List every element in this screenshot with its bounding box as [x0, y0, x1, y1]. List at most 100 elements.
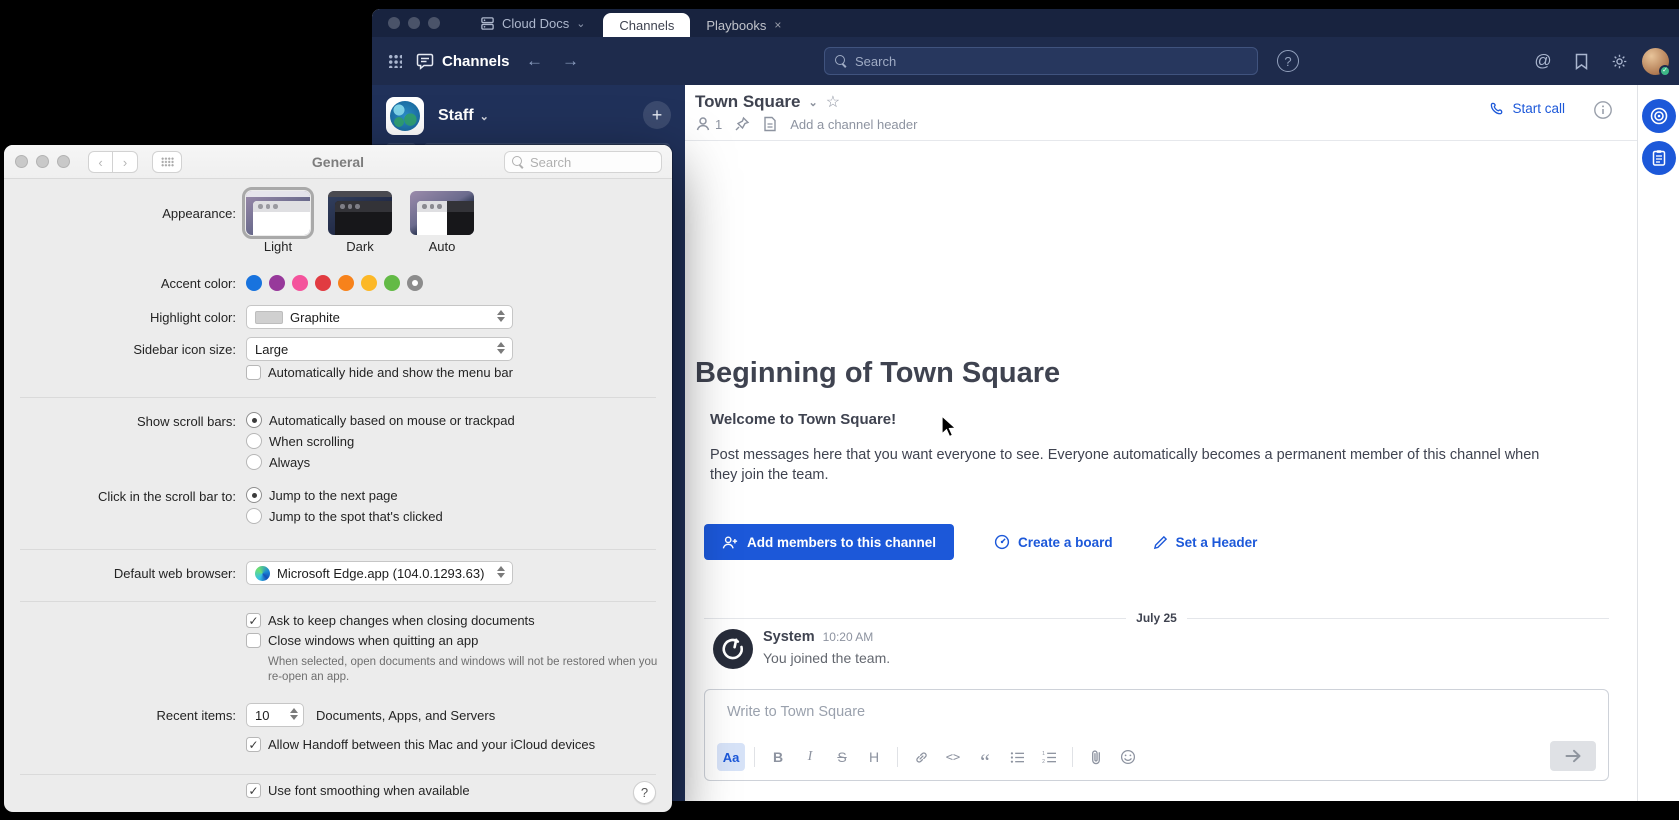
heading-button[interactable]: H [860, 743, 888, 771]
user-avatar[interactable]: ✓ [1642, 48, 1669, 75]
tab-channels[interactable]: Channels [603, 13, 690, 37]
font-smoothing-checkbox[interactable]: ✓ Use font smoothing when available [246, 783, 470, 798]
text-format-button[interactable]: Aa [717, 743, 745, 771]
history-back-button[interactable]: ← [520, 46, 550, 76]
default-browser-select[interactable]: Microsoft Edge.app (104.0.1293.63) [246, 561, 513, 585]
mentions-button[interactable]: @ [1528, 46, 1558, 76]
close-windows-checkbox[interactable]: Close windows when quitting an app [246, 633, 478, 648]
message-composer[interactable]: Write to Town Square Aa B I S H [704, 689, 1609, 781]
bullet-list-button[interactable] [1003, 743, 1031, 771]
date-divider-label[interactable]: July 25 [1126, 611, 1187, 625]
scrollbars-auto-radio[interactable]: Automatically based on mouse or trackpad [246, 412, 515, 428]
light-theme-thumbnail[interactable] [246, 191, 310, 235]
minimize-window-button[interactable] [36, 155, 49, 168]
checkbox-checked[interactable]: ✓ [246, 613, 261, 628]
checkbox-unchecked[interactable] [246, 365, 261, 380]
add-members-button[interactable]: Add members to this channel [704, 524, 954, 560]
numbered-list-button[interactable]: 1 2 [1035, 743, 1063, 771]
appearance-option-dark[interactable]: Dark [328, 191, 392, 254]
window-controls[interactable] [372, 17, 454, 37]
server-selector[interactable]: Cloud Docs ⌄ [454, 16, 603, 37]
show-all-button[interactable] [152, 151, 182, 173]
scrollbars-always-radio[interactable]: Always [246, 454, 515, 470]
prefs-search-input[interactable]: Search [504, 151, 662, 173]
channel-info-button[interactable] [1593, 100, 1613, 120]
link-button[interactable] [907, 743, 935, 771]
accent-pink[interactable] [292, 275, 308, 291]
appearance-option-light[interactable]: Light [246, 191, 310, 254]
sidebar-icon-size-select[interactable]: Large [246, 337, 513, 361]
send-message-button[interactable] [1550, 741, 1596, 771]
add-channel-button[interactable]: + [643, 101, 671, 129]
highlight-color-select[interactable]: Graphite [246, 305, 513, 329]
product-menu-button[interactable] [380, 46, 410, 76]
close-window-button[interactable] [15, 155, 28, 168]
dark-theme-thumbnail[interactable] [328, 191, 392, 235]
code-button[interactable]: <> [939, 743, 967, 771]
settings-button[interactable] [1604, 46, 1634, 76]
create-board-button[interactable]: Create a board [994, 534, 1113, 550]
pinned-posts-icon[interactable] [734, 116, 750, 132]
team-icon[interactable] [386, 97, 424, 135]
accent-orange[interactable] [338, 275, 354, 291]
attach-file-button[interactable] [1082, 743, 1110, 771]
set-header-button[interactable]: Set a Header [1153, 535, 1258, 550]
member-icon [695, 116, 711, 132]
forward-button[interactable]: › [113, 151, 138, 173]
jump-next-page-radio[interactable]: Jump to the next page [246, 487, 443, 503]
ask-keep-changes-checkbox[interactable]: ✓ Ask to keep changes when closing docum… [246, 613, 535, 628]
server-name: Cloud Docs [502, 16, 569, 31]
handoff-checkbox[interactable]: ✓ Allow Handoff between this Mac and you… [246, 737, 595, 752]
checkbox-checked[interactable]: ✓ [246, 737, 261, 752]
help-button[interactable]: ? [1277, 50, 1299, 72]
chevron-down-icon[interactable]: ⌄ [808, 96, 817, 109]
add-channel-header-button[interactable]: Add a channel header [790, 117, 917, 132]
jump-to-spot-radio[interactable]: Jump to the spot that's clicked [246, 508, 443, 524]
quote-button[interactable]: “ [971, 743, 999, 771]
checkbox-unchecked[interactable] [246, 633, 261, 648]
emoji-button[interactable] [1114, 743, 1142, 771]
help-button[interactable]: ? [633, 781, 656, 804]
radio-unselected[interactable] [246, 454, 262, 470]
accent-green[interactable] [384, 275, 400, 291]
saved-posts-button[interactable] [1566, 46, 1596, 76]
accent-graphite-selected[interactable] [407, 275, 423, 291]
scrollbars-when-scrolling-radio[interactable]: When scrolling [246, 433, 515, 449]
accent-blue[interactable] [246, 275, 262, 291]
close-window-button[interactable] [388, 17, 400, 29]
radio-unselected[interactable] [246, 508, 262, 524]
prefs-window-controls[interactable] [15, 155, 70, 168]
accent-purple[interactable] [269, 275, 285, 291]
strikethrough-button[interactable]: S [828, 743, 856, 771]
hide-menubar-checkbox[interactable]: Automatically hide and show the menu bar [246, 365, 513, 380]
product-title: Channels [416, 52, 510, 70]
playbooks-app-button[interactable] [1642, 99, 1676, 133]
channel-name[interactable]: Town Square [695, 92, 800, 112]
channel-files-icon[interactable] [762, 116, 778, 132]
back-button[interactable]: ‹ [88, 151, 113, 173]
minimize-window-button[interactable] [408, 17, 420, 29]
checklist-app-button[interactable] [1642, 141, 1676, 175]
accent-red[interactable] [315, 275, 331, 291]
appearance-option-auto[interactable]: Auto [410, 191, 474, 254]
checkbox-checked[interactable]: ✓ [246, 783, 261, 798]
team-menu[interactable]: Staff ⌄ [438, 107, 489, 125]
italic-button[interactable]: I [796, 743, 824, 771]
zoom-window-button[interactable] [428, 17, 440, 29]
auto-theme-thumbnail[interactable] [410, 191, 474, 235]
close-tab-icon[interactable]: × [774, 18, 781, 32]
radio-selected[interactable] [246, 487, 262, 503]
message-author[interactable]: System [763, 629, 815, 645]
recent-items-select[interactable]: 10 [246, 703, 304, 727]
zoom-window-button[interactable] [57, 155, 70, 168]
radio-unselected[interactable] [246, 433, 262, 449]
bold-button[interactable]: B [764, 743, 792, 771]
tab-playbooks[interactable]: Playbooks × [690, 13, 797, 37]
search-input[interactable]: Search [824, 47, 1258, 75]
favorite-star-icon[interactable]: ☆ [826, 92, 840, 112]
channel-members-button[interactable]: 1 [695, 116, 722, 132]
history-forward-button[interactable]: → [556, 46, 586, 76]
radio-selected[interactable] [246, 412, 262, 428]
start-call-button[interactable]: Start call [1490, 101, 1565, 116]
accent-yellow[interactable] [361, 275, 377, 291]
